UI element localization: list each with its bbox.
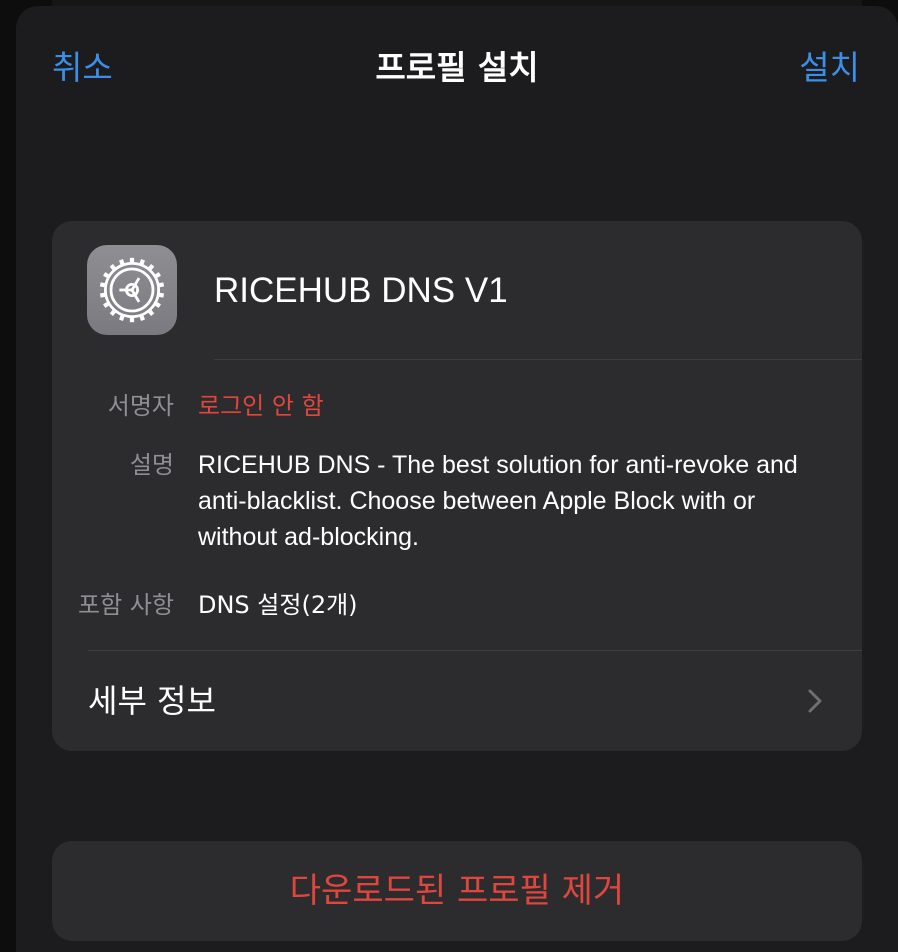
- chevron-right-icon: [808, 689, 822, 713]
- contains-label: 포함 사항: [78, 591, 174, 619]
- profile-name: RICEHUB DNS V1: [214, 271, 508, 310]
- divider: [214, 359, 862, 360]
- signer-label: 서명자: [107, 392, 174, 420]
- install-button[interactable]: 설치: [799, 44, 860, 92]
- page-title: 프로필 설치: [375, 48, 539, 87]
- profile-card: RICEHUB DNS V1 서명자 로그인 안 함 설명 RICEHUB DN…: [52, 221, 862, 751]
- signer-value: 로그인 안 함: [198, 392, 324, 420]
- description-label: 설명: [129, 451, 174, 479]
- details-label: 세부 정보: [88, 682, 216, 720]
- description-value: RICEHUB DNS - The best solution for anti…: [198, 451, 798, 551]
- remove-profile-button[interactable]: 다운로드된 프로필 제거: [52, 841, 862, 941]
- settings-gear-icon: [87, 245, 177, 335]
- install-profile-sheet: 취소 프로필 설치 설치 RICEHUB DNS V1 서명자 로그인 안 함 …: [16, 6, 898, 952]
- remove-profile-label: 다운로드된 프로필 제거: [289, 871, 625, 911]
- contains-value: DNS 설정(2개): [198, 591, 358, 619]
